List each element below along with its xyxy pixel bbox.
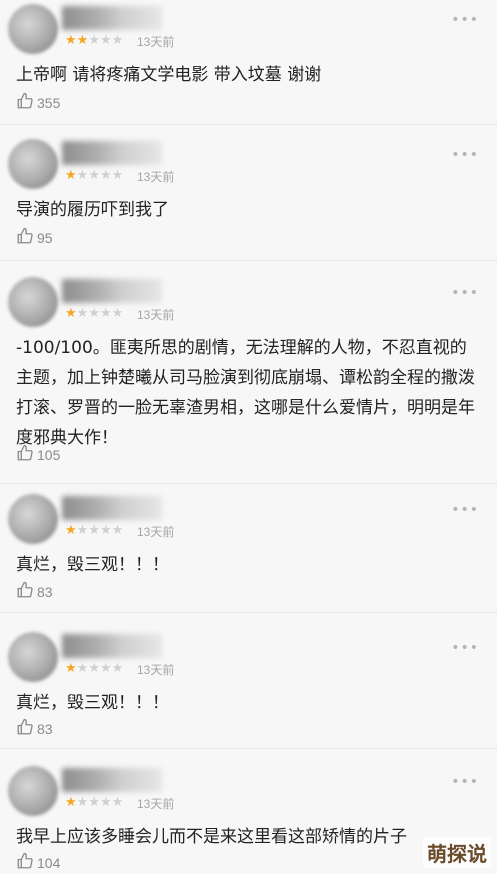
star-filled-icon: ★ [65,33,77,48]
avatar[interactable] [8,277,58,327]
review-item: ★★★★★ 13天前 ••• 上帝啊 请将疼痛文学电影 带入坟墓 谢谢 355 [0,0,497,125]
review-item: ★★★★★ 13天前 ••• 导演的履历吓到我了 95 [0,135,497,261]
timestamp: 13天前 [137,35,175,49]
star-empty-icon: ★ [99,523,112,538]
star-rating: ★★★★★ [65,662,123,676]
more-dots-icon[interactable]: ••• [451,12,479,28]
username-blurred [62,768,162,792]
review-text: 上帝啊 请将疼痛文学电影 带入坟墓 谢谢 [16,65,322,85]
more-dots-icon[interactable]: ••• [451,502,479,518]
star-filled-icon: ★ [65,523,77,538]
star-rating: ★★★★★ [65,169,123,183]
thumbs-up-icon [16,581,37,602]
username-blurred [62,6,162,30]
more-dots-icon[interactable]: ••• [451,774,479,790]
star-filled-icon: ★ [76,33,89,48]
thumbs-up-icon [16,718,37,739]
star-filled-icon: ★ [65,306,77,321]
like-count: 83 [37,720,53,737]
star-empty-icon: ★ [88,168,100,183]
like-button[interactable]: 83 [16,718,53,739]
avatar[interactable] [8,766,58,816]
star-empty-icon: ★ [99,306,112,321]
star-filled-icon: ★ [65,795,77,810]
star-empty-icon: ★ [99,661,112,676]
star-empty-icon: ★ [99,168,112,183]
like-count: 355 [37,94,61,111]
star-empty-icon: ★ [76,661,89,676]
timestamp: 13天前 [137,797,175,811]
like-button[interactable]: 95 [16,227,53,248]
star-empty-icon: ★ [76,306,89,321]
star-empty-icon: ★ [76,795,89,810]
star-rating: ★★★★★ [65,796,123,810]
username-blurred [62,634,162,658]
star-empty-icon: ★ [111,523,124,538]
thumbs-up-icon [16,227,37,248]
review-item: ★★★★★ 13天前 ••• 真烂，毁三观！！！ 83 [0,490,497,613]
like-count: 83 [37,583,53,600]
star-empty-icon: ★ [111,33,124,48]
star-empty-icon: ★ [88,306,100,321]
star-empty-icon: ★ [111,306,124,321]
star-empty-icon: ★ [88,661,100,676]
avatar[interactable] [8,139,58,189]
username-blurred [62,279,162,303]
timestamp: 13天前 [137,170,175,184]
like-button[interactable]: 83 [16,581,53,602]
timestamp: 13天前 [137,308,175,322]
star-filled-icon: ★ [65,168,77,183]
timestamp: 13天前 [137,663,175,677]
watermark-logo: 萌探说 [423,837,491,868]
like-count: 104 [37,854,61,871]
star-empty-icon: ★ [76,523,89,538]
review-text: 我早上应该多睡会儿而不是来这里看这部矫情的片子 [16,827,407,847]
like-button[interactable]: 105 [16,444,60,465]
more-dots-icon[interactable]: ••• [451,640,479,656]
star-empty-icon: ★ [99,33,112,48]
star-empty-icon: ★ [99,795,112,810]
review-item: ★★★★★ 13天前 ••• -100/100。匪夷所思的剧情，无法理解的人物，… [0,273,497,484]
like-button[interactable]: 355 [16,92,60,113]
more-dots-icon[interactable]: ••• [451,285,479,301]
review-text: 导演的履历吓到我了 [16,200,169,220]
timestamp: 13天前 [137,525,175,539]
like-count: 95 [37,229,53,246]
thumbs-up-icon [16,444,37,465]
more-dots-icon[interactable]: ••• [451,147,479,163]
avatar[interactable] [8,632,58,682]
star-empty-icon: ★ [111,168,124,183]
like-button[interactable]: 104 [16,852,60,873]
like-count: 105 [37,446,61,463]
star-empty-icon: ★ [111,795,124,810]
thumbs-up-icon [16,92,37,113]
review-item: ★★★★★ 13天前 ••• 真烂，毁三观！！！ 83 [0,628,497,749]
star-rating: ★★★★★ [65,34,123,48]
username-blurred [62,496,162,520]
star-rating: ★★★★★ [65,307,123,321]
thumbs-up-icon [16,852,37,873]
star-rating: ★★★★★ [65,524,123,538]
review-text: 真烂，毁三观！！！ [16,693,169,713]
star-filled-icon: ★ [65,661,77,676]
star-empty-icon: ★ [76,168,89,183]
star-empty-icon: ★ [111,661,124,676]
review-text: -100/100。匪夷所思的剧情，无法理解的人物，不忍直视的主题，加上钟楚曦从司… [16,338,475,448]
star-empty-icon: ★ [88,523,100,538]
avatar[interactable] [8,4,58,54]
username-blurred [62,141,162,165]
star-empty-icon: ★ [88,795,100,810]
avatar[interactable] [8,494,58,544]
review-text: 真烂，毁三观！！！ [16,555,169,575]
star-empty-icon: ★ [88,33,100,48]
